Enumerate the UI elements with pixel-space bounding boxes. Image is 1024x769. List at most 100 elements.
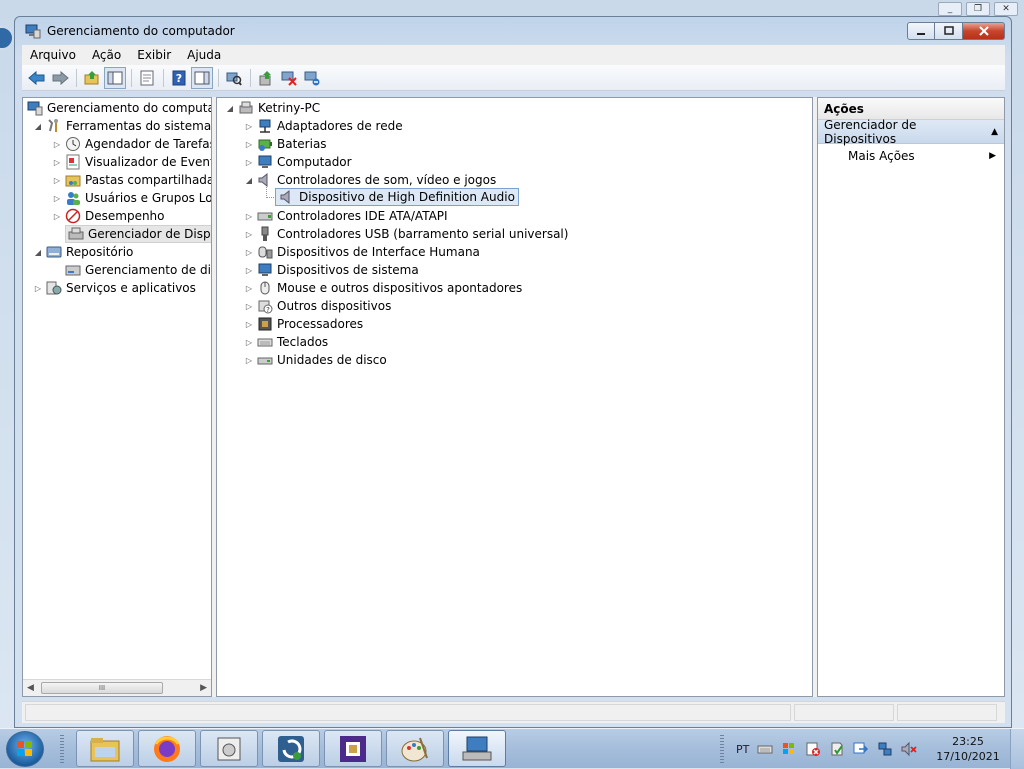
expand-arrow-icon[interactable]: ▷ (52, 194, 62, 203)
menu-exibir[interactable]: Exibir (129, 48, 179, 62)
windows-update-icon[interactable] (781, 741, 797, 757)
taskbar-computer-management[interactable] (448, 730, 506, 767)
device-category-ide[interactable]: ▷ Controladores IDE ATA/ATAPI (244, 207, 448, 225)
title-bar[interactable]: Gerenciamento do computador (15, 17, 1011, 45)
expand-arrow-icon[interactable]: ▷ (244, 266, 254, 275)
expand-arrow-icon[interactable]: ▷ (52, 176, 62, 185)
menu-ajuda[interactable]: Ajuda (179, 48, 229, 62)
scroll-right-icon[interactable]: ▶ (200, 683, 207, 693)
background-restore-icon[interactable]: ❐ (966, 2, 990, 16)
clock[interactable]: 23:25 17/10/2021 (932, 734, 1004, 764)
maximize-button[interactable] (935, 22, 963, 40)
collapse-arrow-icon[interactable]: ◢ (225, 104, 235, 113)
menu-acao[interactable]: Ação (84, 48, 129, 62)
taskbar-disk-cleanup[interactable] (200, 730, 258, 767)
device-category-unidades-disco[interactable]: ▷ Unidades de disco (244, 351, 387, 369)
expand-arrow-icon[interactable]: ▷ (244, 320, 254, 329)
help-button[interactable]: ? (168, 67, 190, 89)
device-category-adaptadores-rede[interactable]: ▷ Adaptadores de rede (244, 117, 403, 135)
tree-item-ferramentas[interactable]: ◢ Ferramentas do sistema (33, 117, 211, 135)
collapse-arrow-icon[interactable]: ◢ (33, 248, 43, 257)
network-icon[interactable] (877, 741, 893, 757)
show-desktop-button[interactable] (1010, 729, 1024, 769)
expand-arrow-icon[interactable]: ▷ (244, 158, 254, 167)
expand-arrow-icon[interactable]: ▷ (52, 158, 62, 167)
taskbar-cpu-z[interactable] (324, 730, 382, 767)
safely-remove-hardware-icon[interactable] (853, 741, 869, 757)
performance-icon (65, 208, 81, 224)
tree-item-agendador[interactable]: ▷ Agendador de Tarefas (52, 135, 211, 153)
tray-grip[interactable] (720, 735, 724, 763)
tree-item-desempenho[interactable]: ▷ Desempenho (52, 207, 165, 225)
tree-item-visualizador[interactable]: ▷ Visualizador de Eventos (52, 153, 211, 171)
tree-item-gerenciador-dispositivos[interactable]: Gerenciador de Disposit (65, 225, 211, 243)
expand-arrow-icon[interactable]: ▷ (244, 338, 254, 347)
expand-arrow-icon[interactable]: ▷ (52, 212, 62, 221)
more-actions-item[interactable]: Mais Ações ▶ (818, 144, 1004, 168)
tree-item-servicos[interactable]: ▷ Serviços e aplicativos (33, 279, 196, 297)
device-category-teclados[interactable]: ▷ Teclados (244, 333, 328, 351)
show-hide-action-pane-button[interactable] (191, 66, 213, 89)
volume-muted-icon[interactable] (901, 741, 917, 757)
expand-arrow-icon[interactable]: ▷ (244, 122, 254, 131)
action-center-warning-icon[interactable] (805, 741, 821, 757)
start-button[interactable] (6, 731, 44, 767)
menu-arquivo[interactable]: Arquivo (22, 48, 84, 62)
tree-root[interactable]: Gerenciamento do computador (27, 99, 211, 117)
tree-item-pastas[interactable]: ▷ Pastas compartilhadas (52, 171, 211, 189)
minimize-button[interactable] (907, 22, 935, 40)
expand-arrow-icon[interactable]: ▷ (244, 356, 254, 365)
show-hide-tree-button[interactable] (104, 66, 126, 89)
background-close-icon[interactable]: ✕ (994, 2, 1018, 16)
language-indicator[interactable]: PT (736, 743, 749, 756)
security-check-icon[interactable] (829, 741, 845, 757)
actions-section-device-manager[interactable]: Gerenciador de Dispositivos ▲ (818, 118, 1004, 146)
taskbar-system-restore[interactable] (262, 730, 320, 767)
uninstall-device-button[interactable] (301, 67, 323, 89)
expand-arrow-icon[interactable]: ▷ (244, 284, 254, 293)
collapse-arrow-icon[interactable]: ◢ (244, 176, 254, 185)
device-category-controladores-som[interactable]: ◢ Controladores de som, vídeo e jogos (244, 171, 496, 189)
scroll-thumb[interactable]: III (41, 682, 163, 694)
close-button[interactable] (963, 22, 1005, 40)
scroll-left-icon[interactable]: ◀ (27, 683, 34, 693)
background-back-button[interactable] (0, 26, 14, 50)
expand-arrow-icon[interactable]: ▷ (33, 284, 43, 293)
device-category-outros[interactable]: ▷ ? Outros dispositivos (244, 297, 391, 315)
up-level-button[interactable] (81, 67, 103, 89)
properties-button[interactable] (136, 67, 158, 89)
tree-item-repositorio[interactable]: ◢ Repositório (33, 243, 133, 261)
collapse-up-icon[interactable]: ▲ (991, 127, 998, 137)
taskbar-grip[interactable] (60, 735, 64, 763)
device-category-usb[interactable]: ▷ Controladores USB (barramento serial u… (244, 225, 568, 243)
device-category-hid[interactable]: ▷ Dispositivos de Interface Humana (244, 243, 480, 261)
device-hd-audio[interactable]: Dispositivo de High Definition Audio (275, 188, 519, 206)
expand-arrow-icon[interactable]: ▷ (244, 212, 254, 221)
disable-device-button[interactable] (278, 67, 300, 89)
expand-arrow-icon[interactable]: ▷ (244, 248, 254, 257)
expand-arrow-icon[interactable]: ▷ (244, 302, 254, 311)
expand-arrow-icon[interactable]: ▷ (244, 140, 254, 149)
device-category-computador[interactable]: ▷ Computador (244, 153, 352, 171)
expand-arrow-icon[interactable]: ▷ (52, 140, 62, 149)
device-category-label: Computador (277, 155, 352, 169)
collapse-arrow-icon[interactable]: ◢ (33, 122, 43, 131)
horizontal-scrollbar[interactable]: ◀ III ▶ (23, 679, 211, 696)
taskbar-paint[interactable] (386, 730, 444, 767)
update-driver-button[interactable] (255, 67, 277, 89)
taskbar-firefox[interactable] (138, 730, 196, 767)
expand-arrow-icon[interactable]: ▷ (244, 230, 254, 239)
keyboard-layout-icon[interactable] (757, 741, 773, 757)
tree-item-gerenciamento-disco[interactable]: Gerenciamento de disco (65, 261, 211, 279)
back-button[interactable] (26, 67, 48, 89)
taskbar-file-explorer[interactable] (76, 730, 134, 767)
tree-item-usuarios[interactable]: ▷ Usuários e Grupos Loca (52, 189, 211, 207)
device-category-processadores[interactable]: ▷ Processadores (244, 315, 363, 333)
device-category-sistema[interactable]: ▷ Dispositivos de sistema (244, 261, 419, 279)
forward-button[interactable] (49, 67, 71, 89)
device-category-mouse[interactable]: ▷ Mouse e outros dispositivos apontadore… (244, 279, 522, 297)
device-category-baterias[interactable]: ▷ Baterias (244, 135, 327, 153)
device-tree-root[interactable]: ◢ Ketriny-PC (225, 99, 320, 117)
scan-hardware-button[interactable] (223, 67, 245, 89)
background-minimize-icon[interactable]: _ (938, 2, 962, 16)
